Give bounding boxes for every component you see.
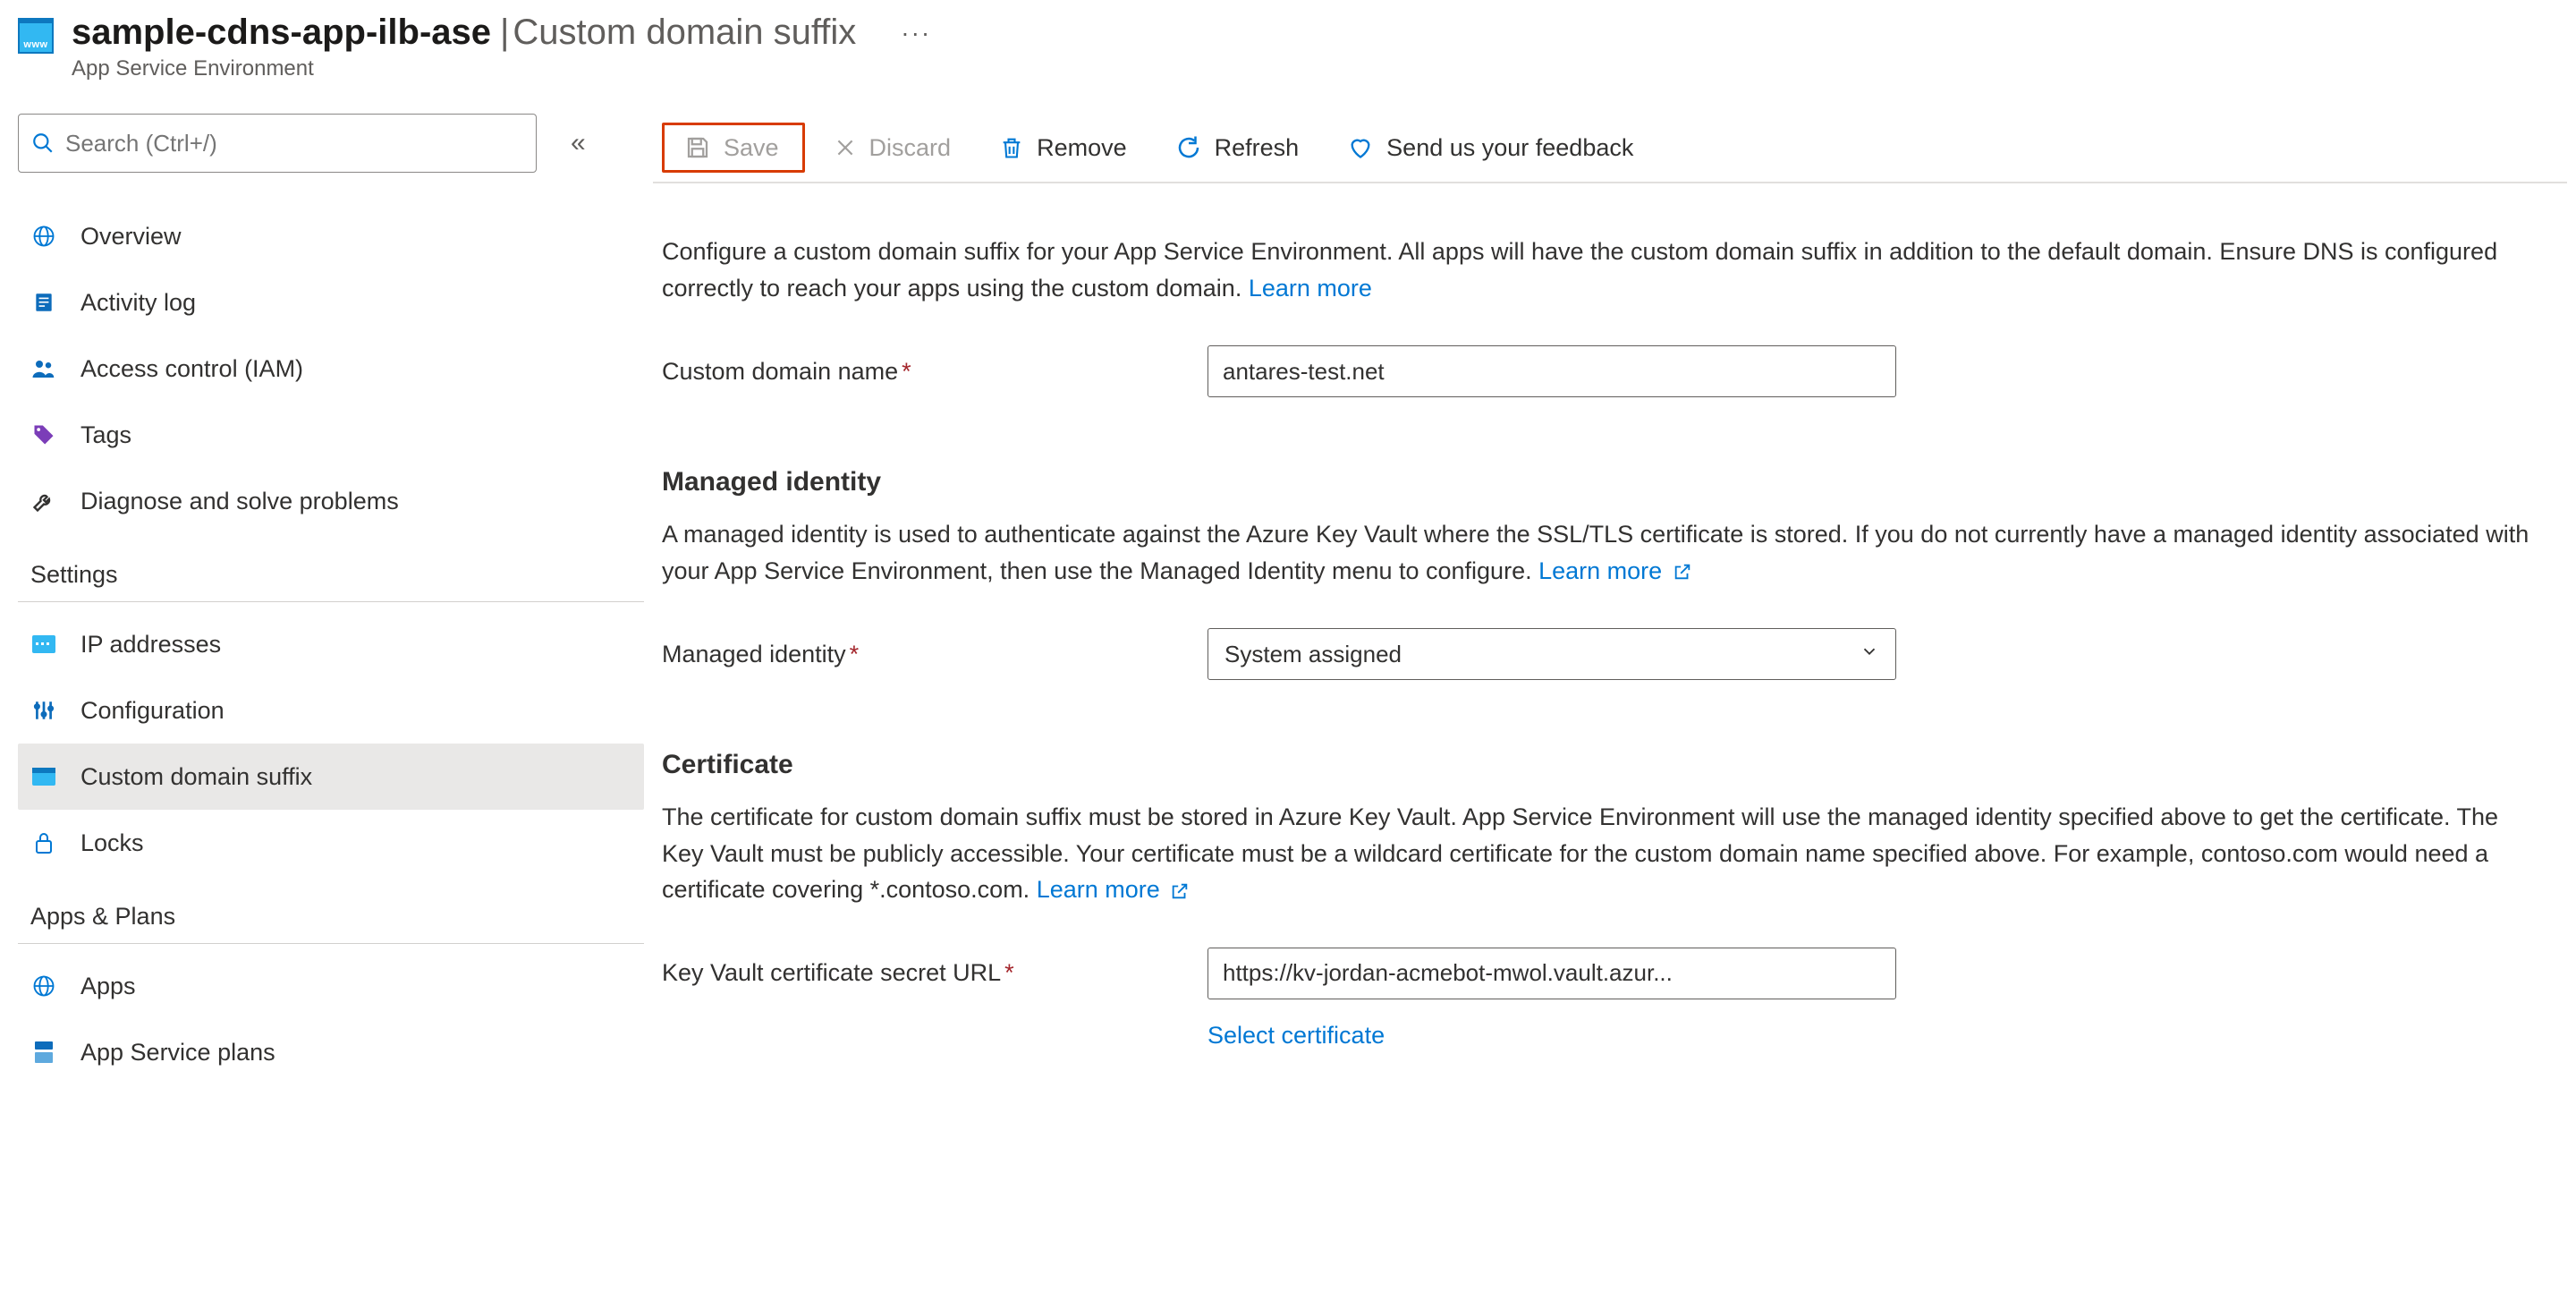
certificate-desc: The certificate for custom domain suffix… — [662, 799, 2540, 908]
select-certificate-link[interactable]: Select certificate — [1208, 1022, 1385, 1049]
sidebar-collapse-button[interactable]: « — [571, 128, 586, 158]
resource-name: sample-cdns-app-ilb-ase — [72, 13, 491, 53]
lock-icon — [30, 829, 57, 856]
more-menu-button[interactable]: ··· — [901, 19, 931, 47]
people-icon — [30, 355, 57, 382]
trash-icon — [999, 134, 1024, 161]
custom-domain-label: Custom domain name* — [662, 353, 1208, 390]
remove-button[interactable]: Remove — [979, 123, 1147, 173]
managed-identity-title: Managed identity — [662, 462, 2540, 502]
refresh-button[interactable]: Refresh — [1156, 123, 1319, 173]
tag-icon — [30, 421, 57, 448]
sidebar: « Overview Activity log Access control (… — [18, 114, 644, 1292]
managed-identity-desc: A managed identity is used to authentica… — [662, 516, 2540, 589]
custom-domain-field: Custom domain name* — [662, 345, 2540, 397]
nav-custom-domain-suffix[interactable]: Custom domain suffix — [18, 744, 644, 810]
sliders-icon — [30, 697, 57, 724]
server-stack-icon — [30, 1039, 57, 1066]
managed-identity-select[interactable]: System assigned — [1208, 628, 1896, 680]
learn-more-link-cert[interactable]: Learn more — [1037, 876, 1160, 903]
main-panel: Save Discard Remove Refresh Send us your… — [644, 114, 2567, 1292]
learn-more-link[interactable]: Learn more — [1249, 275, 1372, 302]
save-button[interactable]: Save — [662, 123, 805, 173]
nav-label: Configuration — [80, 697, 225, 725]
header-text-block: sample-cdns-app-ilb-ase | Custom domain … — [72, 13, 931, 81]
apps-icon — [30, 973, 57, 999]
nav-overview[interactable]: Overview — [18, 203, 644, 269]
feedback-label: Send us your feedback — [1386, 134, 1633, 162]
discard-button[interactable]: Discard — [814, 123, 971, 173]
external-link-icon — [1170, 881, 1190, 901]
nav-label: Locks — [80, 829, 144, 857]
refresh-icon — [1175, 134, 1202, 161]
discard-label: Discard — [869, 134, 952, 162]
nav-label: Diagnose and solve problems — [80, 488, 399, 515]
nav-label: Access control (IAM) — [80, 355, 303, 383]
custom-domain-input[interactable] — [1208, 345, 1896, 397]
nav-label: Activity log — [80, 289, 196, 317]
page-header: www sample-cdns-app-ilb-ase | Custom dom… — [0, 0, 2576, 85]
nav-access-control[interactable]: Access control (IAM) — [18, 336, 644, 402]
title-separator: | — [500, 13, 509, 53]
keyvault-label: Key Vault certificate secret URL* — [662, 955, 1208, 991]
sidebar-search-box[interactable] — [18, 114, 537, 173]
nav-label: App Service plans — [80, 1039, 275, 1067]
nav-tags[interactable]: Tags — [18, 402, 644, 468]
ip-icon — [30, 631, 57, 658]
managed-identity-field: Managed identity* System assigned — [662, 628, 2540, 680]
resource-icon-label: www — [23, 39, 47, 50]
page-title: Custom domain suffix — [513, 13, 856, 53]
nav-label: Custom domain suffix — [80, 763, 312, 791]
managed-identity-label: Managed identity* — [662, 636, 1208, 673]
domain-icon — [30, 763, 57, 790]
intro-body: Configure a custom domain suffix for you… — [662, 238, 2497, 302]
close-icon — [834, 136, 857, 159]
sidebar-search-input[interactable] — [65, 130, 523, 157]
nav-label: Apps — [80, 973, 136, 1000]
nav-diagnose[interactable]: Diagnose and solve problems — [18, 468, 644, 534]
managed-identity-value: System assigned — [1224, 637, 1402, 672]
chevron-down-icon — [1860, 640, 1879, 669]
nav-label: Tags — [80, 421, 131, 449]
nav-ip-addresses[interactable]: IP addresses — [18, 611, 644, 677]
nav-configuration[interactable]: Configuration — [18, 677, 644, 744]
log-icon — [30, 289, 57, 316]
certificate-title: Certificate — [662, 744, 2540, 785]
required-marker: * — [902, 358, 911, 385]
required-marker: * — [850, 641, 860, 667]
heart-icon — [1347, 135, 1374, 160]
required-marker: * — [1004, 959, 1014, 986]
external-link-icon — [1673, 562, 1692, 582]
globe-icon — [30, 223, 57, 250]
intro-text: Configure a custom domain suffix for you… — [662, 234, 2540, 306]
wrench-icon — [30, 488, 57, 514]
resource-type-caption: App Service Environment — [72, 56, 931, 81]
nav-group-apps: Apps & Plans — [18, 876, 644, 944]
nav-apps[interactable]: Apps — [18, 953, 644, 1019]
feedback-button[interactable]: Send us your feedback — [1327, 123, 1653, 173]
nav-activity-log[interactable]: Activity log — [18, 269, 644, 336]
keyvault-input[interactable] — [1208, 948, 1896, 999]
keyvault-field: Key Vault certificate secret URL* — [662, 948, 2540, 999]
save-label: Save — [724, 134, 779, 162]
save-icon — [684, 134, 711, 161]
nav-group-settings: Settings — [18, 534, 644, 602]
search-icon — [31, 132, 55, 155]
content-area: Configure a custom domain suffix for you… — [653, 183, 2567, 1053]
toolbar: Save Discard Remove Refresh Send us your… — [653, 114, 2567, 183]
refresh-label: Refresh — [1215, 134, 1300, 162]
nav-label: Overview — [80, 223, 182, 251]
resource-icon: www — [18, 18, 54, 54]
nav-app-service-plans[interactable]: App Service plans — [18, 1019, 644, 1085]
learn-more-link-identity[interactable]: Learn more — [1538, 557, 1662, 584]
nav-label: IP addresses — [80, 631, 221, 659]
nav-locks[interactable]: Locks — [18, 810, 644, 876]
remove-label: Remove — [1037, 134, 1127, 162]
